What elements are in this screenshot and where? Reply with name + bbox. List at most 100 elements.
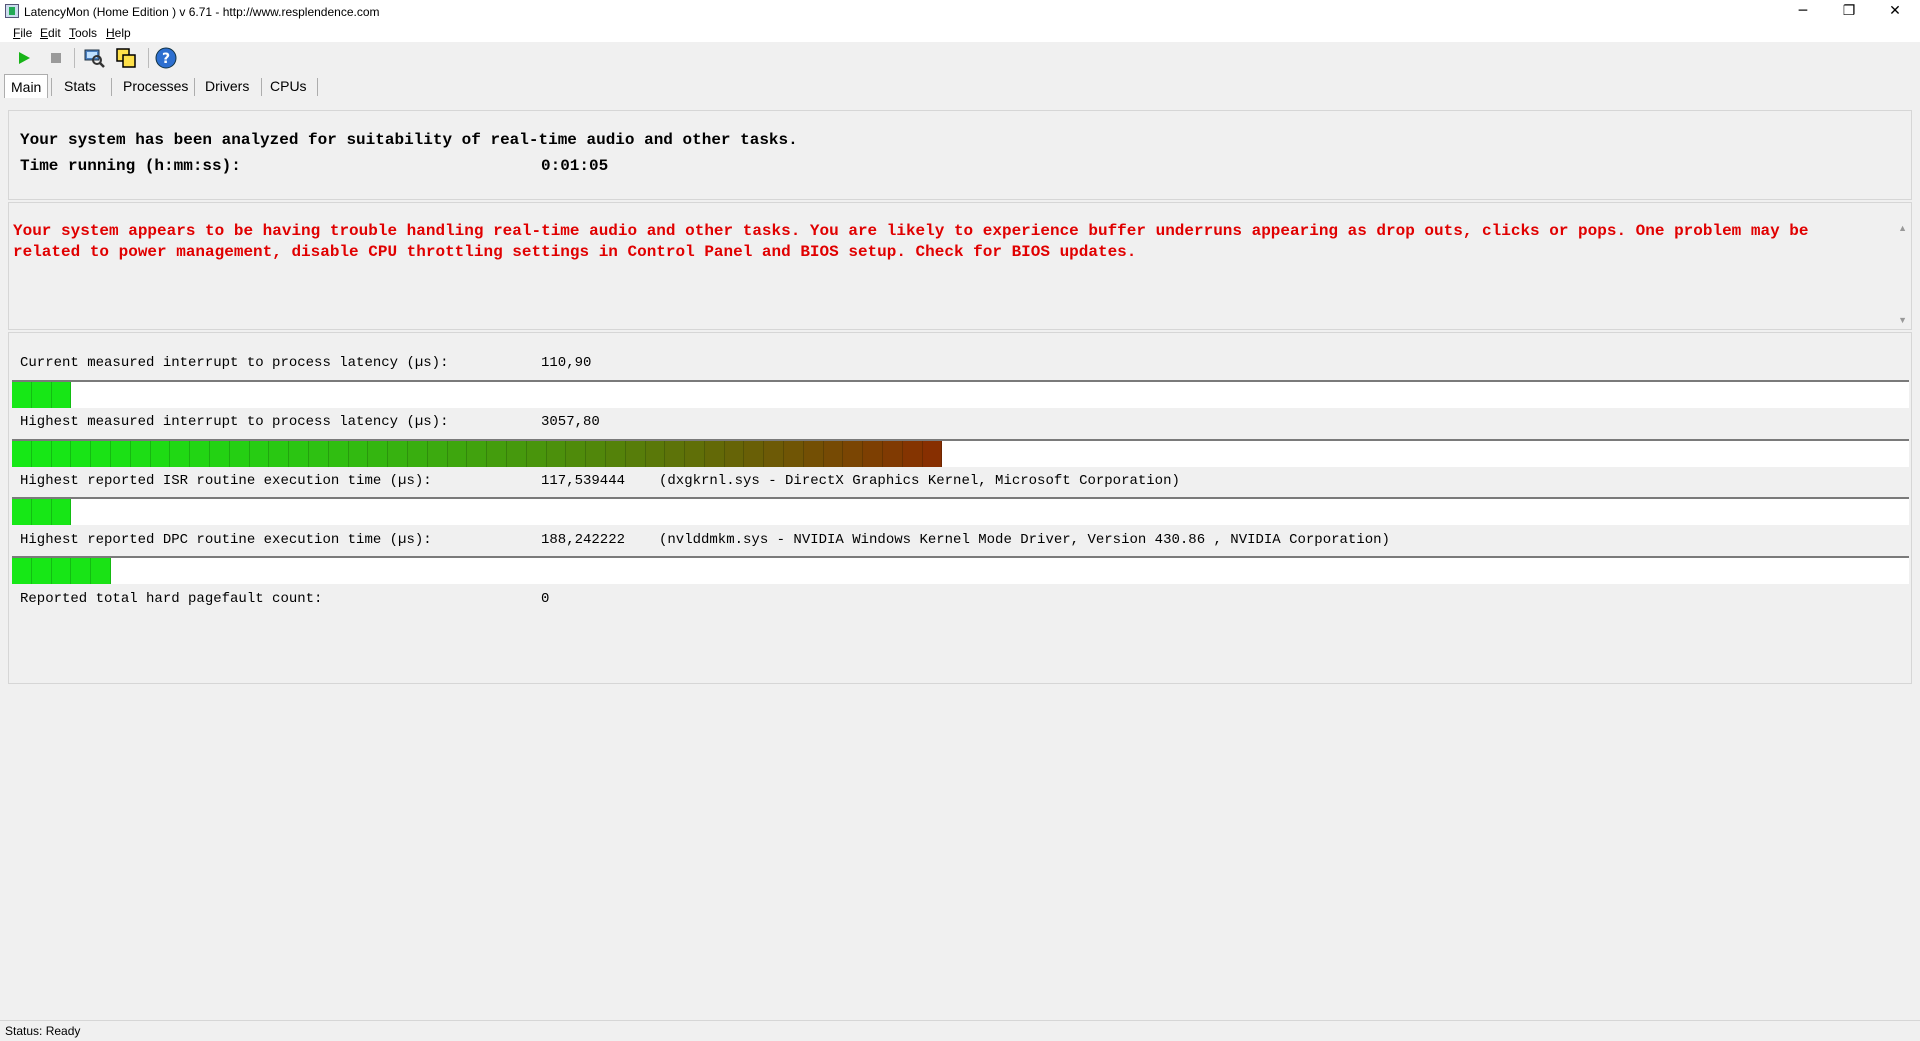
highest-latency-label: Highest measured interrupt to process la… xyxy=(20,414,449,430)
menu-file[interactable]: File xyxy=(13,26,32,40)
warning-line: related to power management, disable CPU… xyxy=(13,242,1137,261)
bar-segment xyxy=(368,441,389,467)
bar-segment xyxy=(348,441,369,467)
bar-segment xyxy=(150,441,171,467)
bar-segment xyxy=(71,558,92,584)
bar-segment xyxy=(467,441,488,467)
bar-segment xyxy=(12,382,32,408)
stats-panel: Current measured interrupt to process la… xyxy=(8,332,1912,684)
bar-segment xyxy=(71,441,92,467)
bar-segment xyxy=(51,441,72,467)
bar-segment xyxy=(170,441,191,467)
current-latency-bar xyxy=(12,380,1909,408)
bar-segment xyxy=(51,382,72,408)
isr-bar xyxy=(12,497,1909,525)
bar-segment xyxy=(407,441,428,467)
bar-segment xyxy=(922,441,943,467)
bar-segment xyxy=(704,441,725,467)
bar-segment xyxy=(328,441,349,467)
bar-segment xyxy=(883,441,903,467)
bar-segment xyxy=(12,558,32,584)
tab-stats[interactable]: Stats xyxy=(58,74,102,98)
menu-edit[interactable]: Edit xyxy=(40,26,61,40)
bar-segment xyxy=(744,441,765,467)
analyze-button[interactable] xyxy=(82,46,106,70)
bar-segment xyxy=(506,441,527,467)
bar-segment xyxy=(308,441,329,467)
bar-segment xyxy=(51,499,72,525)
svg-text:?: ? xyxy=(162,51,170,67)
bar-segment xyxy=(289,441,309,467)
tab-separator xyxy=(194,78,195,96)
toolbar-separator xyxy=(74,48,75,68)
bar-segment xyxy=(12,441,32,467)
bar-segment xyxy=(902,441,923,467)
bar-segment xyxy=(447,441,468,467)
close-icon: ✕ xyxy=(1889,3,1901,19)
bar-segment xyxy=(190,441,210,467)
highest-latency-value: 3057,80 xyxy=(541,414,600,430)
menu-bar: File Edit Tools Help xyxy=(0,24,1920,42)
bar-segment xyxy=(526,441,547,467)
stop-icon xyxy=(51,53,61,63)
time-running-value: 0:01:05 xyxy=(541,157,609,175)
restore-button[interactable]: ❐ xyxy=(1826,0,1872,24)
bar-segment xyxy=(586,441,606,467)
tab-drivers[interactable]: Drivers xyxy=(199,74,255,98)
close-button[interactable]: ✕ xyxy=(1872,0,1918,24)
bar-segment xyxy=(31,441,52,467)
bar-segment xyxy=(546,441,567,467)
isr-label: Highest reported ISR routine execution t… xyxy=(20,473,432,489)
bar-segment xyxy=(209,441,230,467)
bar-segment xyxy=(31,382,52,408)
help-button[interactable]: ? xyxy=(154,46,178,70)
time-running-label: Time running (h:mm:ss): xyxy=(20,157,241,175)
bar-segment xyxy=(12,499,32,525)
dpc-value: 188,242222 xyxy=(541,532,626,548)
bar-segment xyxy=(388,441,408,467)
bar-segment xyxy=(249,441,270,467)
dpc-label: Highest reported DPC routine execution t… xyxy=(20,532,432,548)
bar-segment xyxy=(823,441,844,467)
menu-tools[interactable]: Tools xyxy=(69,26,97,40)
bar-segment xyxy=(427,441,448,467)
warning-line: Your system appears to be having trouble… xyxy=(13,222,1809,240)
minimize-button[interactable]: ─ xyxy=(1780,0,1826,24)
toolbar-separator xyxy=(148,48,149,68)
tab-cpus[interactable]: CPUs xyxy=(264,74,313,98)
bar-segment xyxy=(764,441,785,467)
restore-icon: ❐ xyxy=(1842,3,1856,19)
bar-segment xyxy=(487,441,507,467)
tab-separator xyxy=(51,78,52,96)
bar-segment xyxy=(91,558,111,584)
help-icon: ? xyxy=(155,47,177,69)
stop-button[interactable] xyxy=(44,46,68,70)
bar-segment xyxy=(31,499,52,525)
pagefault-value: 0 xyxy=(541,591,550,607)
search-computer-icon xyxy=(84,49,105,68)
bar-segment xyxy=(645,441,666,467)
bar-segment xyxy=(863,441,884,467)
pagefault-label: Reported total hard pagefault count: xyxy=(20,591,323,607)
bar-segment xyxy=(784,441,804,467)
scroll-up-arrow[interactable]: ▲ xyxy=(1898,223,1907,233)
scroll-down-arrow[interactable]: ▼ xyxy=(1898,315,1907,325)
title-bar: LatencyMon (Home Edition ) v 6.71 - http… xyxy=(0,0,1920,24)
bar-segment xyxy=(130,441,151,467)
warning-message: Your system appears to be having trouble… xyxy=(13,221,1893,262)
dpc-driver: (nvlddmkm.sys - NVIDIA Windows Kernel Mo… xyxy=(659,532,1390,548)
bar-segment xyxy=(51,558,72,584)
start-button[interactable] xyxy=(12,46,36,70)
windows-button[interactable] xyxy=(114,46,138,70)
tab-main[interactable]: Main xyxy=(4,74,49,98)
tab-separator xyxy=(317,78,318,96)
play-icon xyxy=(19,52,30,64)
tab-bar: Main Stats Processes Drivers CPUs xyxy=(0,74,1920,98)
bar-segment xyxy=(566,441,587,467)
bar-segment xyxy=(665,441,686,467)
bar-segment xyxy=(625,441,646,467)
tab-processes[interactable]: Processes xyxy=(117,74,194,98)
bar-segment xyxy=(605,441,626,467)
bar-segment xyxy=(803,441,824,467)
menu-help[interactable]: Help xyxy=(106,26,131,40)
